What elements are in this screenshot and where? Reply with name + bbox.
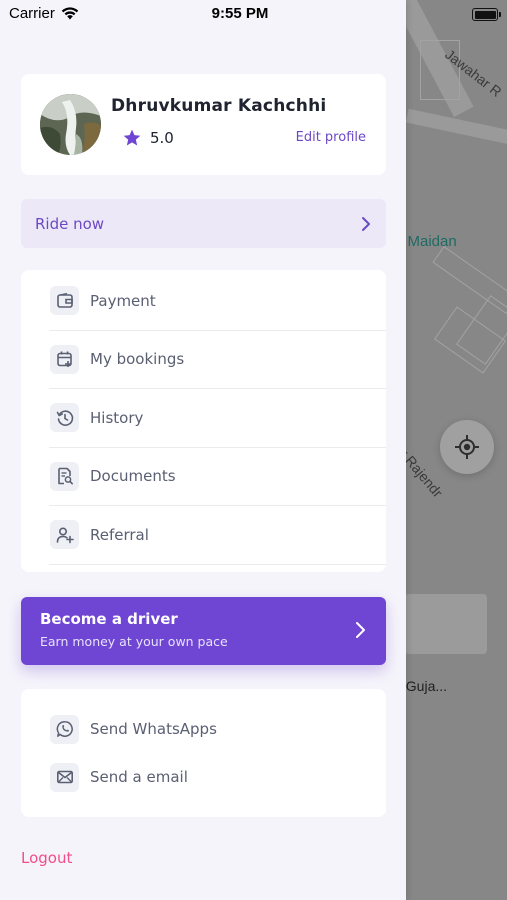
history-icon xyxy=(50,403,79,433)
ride-now-label: Ride now xyxy=(35,214,105,233)
menu-item-label: Documents xyxy=(90,467,176,486)
send-email-label: Send a email xyxy=(90,768,188,786)
edit-profile-link[interactable]: Edit profile xyxy=(296,130,366,145)
status-bar: Carrier 9:55 PM xyxy=(0,0,507,30)
avatar[interactable] xyxy=(40,94,101,155)
become-driver-title: Become a driver xyxy=(40,610,178,628)
menu-item-label: My bookings xyxy=(90,350,185,369)
battery-icon xyxy=(472,8,501,21)
clock-label: 9:55 PM xyxy=(211,5,269,22)
chevron-right-icon xyxy=(362,216,370,231)
send-email-button[interactable]: Send a email xyxy=(49,757,369,797)
whatsapp-icon xyxy=(50,714,79,744)
map-park-label: i Maidan xyxy=(400,233,457,250)
become-driver-subtitle: Earn money at your own pace xyxy=(40,634,228,649)
menu-list: Payment My bookings History Documents Re… xyxy=(21,270,386,572)
menu-item-history[interactable]: History xyxy=(49,389,386,448)
menu-item-label: Referral xyxy=(90,525,149,544)
chevron-right-icon xyxy=(356,622,365,638)
calendar-plus-icon xyxy=(50,344,79,374)
wallet-icon xyxy=(50,286,79,316)
profile-name: Dhruvkumar Kachchhi xyxy=(111,96,327,116)
profile-card[interactable]: Dhruvkumar Kachchhi 5.0 Edit profile xyxy=(21,74,386,175)
locate-me-button[interactable] xyxy=(440,420,494,474)
menu-item-payment[interactable]: Payment xyxy=(49,272,386,331)
logout-button[interactable]: Logout xyxy=(21,849,72,867)
send-whatsapp-label: Send WhatsApps xyxy=(90,720,217,738)
menu-item-my-bookings[interactable]: My bookings xyxy=(49,331,386,389)
crosshair-icon xyxy=(455,435,479,459)
menu-item-documents[interactable]: Documents xyxy=(49,448,386,506)
document-search-icon xyxy=(50,461,79,491)
contact-card: Send WhatsApps Send a email xyxy=(21,689,386,817)
rating: 5.0 xyxy=(122,128,174,148)
user-add-icon xyxy=(50,520,79,550)
side-drawer: Dhruvkumar Kachchhi 5.0 Edit profile Rid… xyxy=(0,0,406,900)
rating-value: 5.0 xyxy=(150,129,174,147)
menu-item-label: History xyxy=(90,408,144,427)
mail-icon xyxy=(50,762,79,792)
star-icon xyxy=(123,129,141,146)
menu-item-label: Payment xyxy=(90,291,156,310)
map-search-bar xyxy=(405,594,487,654)
ride-now-button[interactable]: Ride now xyxy=(21,199,386,248)
menu-item-referral[interactable]: Referral xyxy=(49,506,386,565)
send-whatsapp-button[interactable]: Send WhatsApps xyxy=(49,709,369,749)
become-driver-banner[interactable]: Become a driver Earn money at your own p… xyxy=(21,597,386,665)
